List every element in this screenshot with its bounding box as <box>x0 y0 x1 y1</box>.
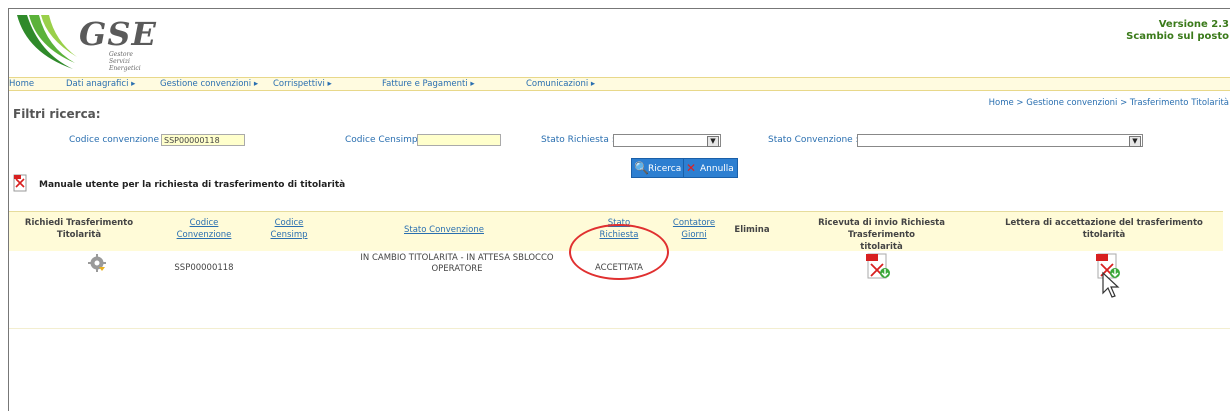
logo-sub-line: Servizi <box>109 58 130 65</box>
stato-richiesta-select[interactable]: ▼ <box>613 134 721 147</box>
search-button-label: Ricerca <box>648 164 682 174</box>
mouse-cursor-icon <box>1102 271 1120 298</box>
logo-sub-line: Gestore <box>109 51 133 58</box>
manual-link-text: Manuale utente per la richiesta di trasf… <box>39 180 346 190</box>
header-line: Ricevuta di invio Richiesta Trasferiment… <box>818 218 945 240</box>
header-line: Censimp <box>270 230 308 240</box>
menu-item-dati-anagrafici[interactable]: Dati anagrafici ▸ <box>66 78 135 90</box>
header-line: Codice <box>189 218 219 228</box>
col-codice-convenzione-header[interactable]: Codice Convenzione <box>164 217 244 241</box>
divider <box>9 328 1230 329</box>
header-line: Titolarità <box>56 230 102 240</box>
logo-sub-line: Energetici <box>109 65 141 72</box>
header-line: Richiedi Trasferimento <box>24 218 134 228</box>
header-line: Convenzione <box>176 230 232 240</box>
highlight-circle <box>569 224 669 280</box>
row-text-line: OPERATORE <box>431 264 483 274</box>
logo-swoosh-icon <box>17 15 77 69</box>
col-stato-convenzione-header[interactable]: Stato Convenzione <box>369 224 519 236</box>
main-menu: Home Dati anagrafici ▸ Gestione convenzi… <box>9 77 1230 91</box>
row-stato-convenzione: IN CAMBIO TITOLARITA - IN ATTESA SBLOCCO… <box>327 253 587 275</box>
col-ricevuta-header: Ricevuta di invio Richiesta Trasferiment… <box>784 217 979 253</box>
logo-text: GSE <box>79 15 157 53</box>
row-text-line: IN CAMBIO TITOLARITA - IN ATTESA SBLOCCO <box>360 253 554 263</box>
pdf-download-icon[interactable] <box>865 251 891 281</box>
header-line: Contatore <box>672 218 716 228</box>
menu-item-fatture-pagamenti[interactable]: Fatture e Pagamenti ▸ <box>382 78 475 90</box>
version-info: Versione 2.3 Scambio sul posto <box>1126 19 1229 43</box>
chevron-down-icon[interactable]: ▼ <box>707 136 719 147</box>
chevron-down-icon[interactable]: ▼ <box>1129 136 1141 147</box>
close-icon: ✕ <box>686 161 697 175</box>
header-line: titolarità <box>1082 230 1126 240</box>
header-line: Codice <box>274 218 304 228</box>
pdf-icon <box>13 174 27 192</box>
header-line: Giorni <box>681 230 707 240</box>
col-contatore-header[interactable]: Contatore Giorni <box>664 217 724 241</box>
codice-censimp-input[interactable] <box>417 134 501 146</box>
cancel-button[interactable]: ✕ Annulla <box>683 158 738 178</box>
version-label: Versione 2.3 <box>1158 19 1229 30</box>
codice-convenzione-label: Codice convenzione : <box>69 135 165 145</box>
stato-convenzione-select[interactable]: ▼ <box>857 134 1143 147</box>
page-frame: GSE Gestore Servizi Energetici Versione … <box>8 8 1230 411</box>
header: GSE Gestore Servizi Energetici Versione … <box>9 9 1230 75</box>
codice-censimp-label: Codice Censimp : <box>345 135 424 145</box>
stato-convenzione-label: Stato Convenzione : <box>768 135 859 145</box>
stato-richiesta-label: Stato Richiesta : <box>541 135 615 145</box>
gse-logo[interactable]: GSE Gestore Servizi Energetici <box>13 13 163 73</box>
search-button[interactable]: 🔍 Ricerca <box>631 158 686 178</box>
search-icon: 🔍 <box>634 161 649 175</box>
row-codice-convenzione: SSP00000118 <box>174 263 234 273</box>
menu-item-home[interactable]: Home <box>9 78 34 90</box>
logo-subtitle: Gestore Servizi Energetici <box>109 51 141 72</box>
filters-title: Filtri ricerca: <box>13 107 101 121</box>
menu-item-gestione-convenzioni[interactable]: Gestione convenzioni ▸ <box>160 78 258 90</box>
menu-item-comunicazioni[interactable]: Comunicazioni ▸ <box>526 78 595 90</box>
cancel-button-label: Annulla <box>700 164 734 174</box>
col-elimina-header: Elimina <box>734 225 770 235</box>
header-line: Lettera di accettazione del trasferiment… <box>1005 218 1203 228</box>
codice-convenzione-input[interactable]: SSP00000118 <box>161 134 245 146</box>
col-lettera-header: Lettera di accettazione del trasferiment… <box>1004 217 1204 241</box>
gear-icon[interactable] <box>88 254 106 272</box>
menu-item-corrispettivi[interactable]: Corrispettivi ▸ <box>273 78 332 90</box>
app-subtitle: Scambio sul posto <box>1126 31 1229 42</box>
breadcrumb[interactable]: Home > Gestione convenzioni > Trasferime… <box>989 98 1229 108</box>
col-codice-censimp-header[interactable]: Codice Censimp <box>259 217 319 241</box>
col-richiedi-header: Richiedi Trasferimento Titolarità <box>9 217 149 241</box>
